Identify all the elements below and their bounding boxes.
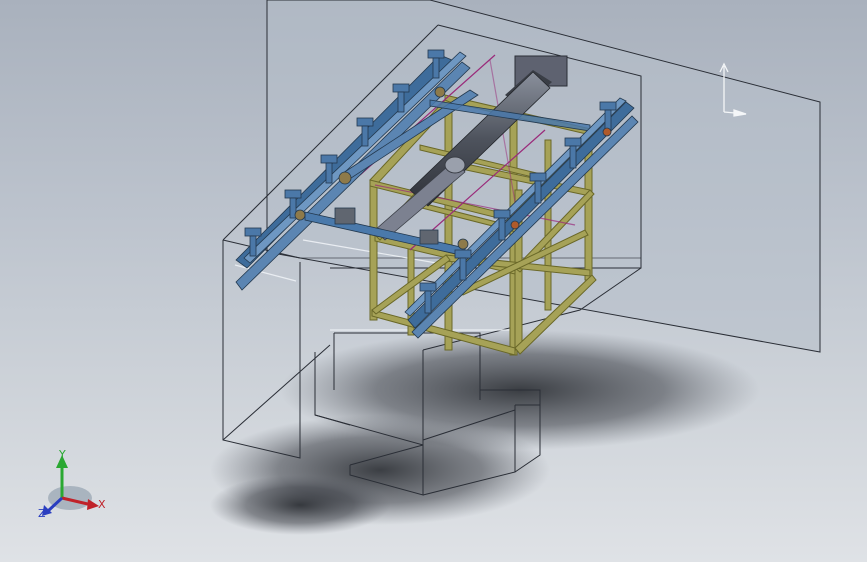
view-orientation-triad-icon[interactable]: Y X Z <box>38 448 106 520</box>
x-axis-label: X <box>98 498 106 511</box>
y-axis-label: Y <box>58 448 66 461</box>
graphics-viewport[interactable]: Y X Z <box>0 0 867 562</box>
z-axis-label: Z <box>38 507 46 520</box>
model-scene[interactable]: Y X Z <box>0 0 867 562</box>
ground-shadow <box>210 330 760 535</box>
